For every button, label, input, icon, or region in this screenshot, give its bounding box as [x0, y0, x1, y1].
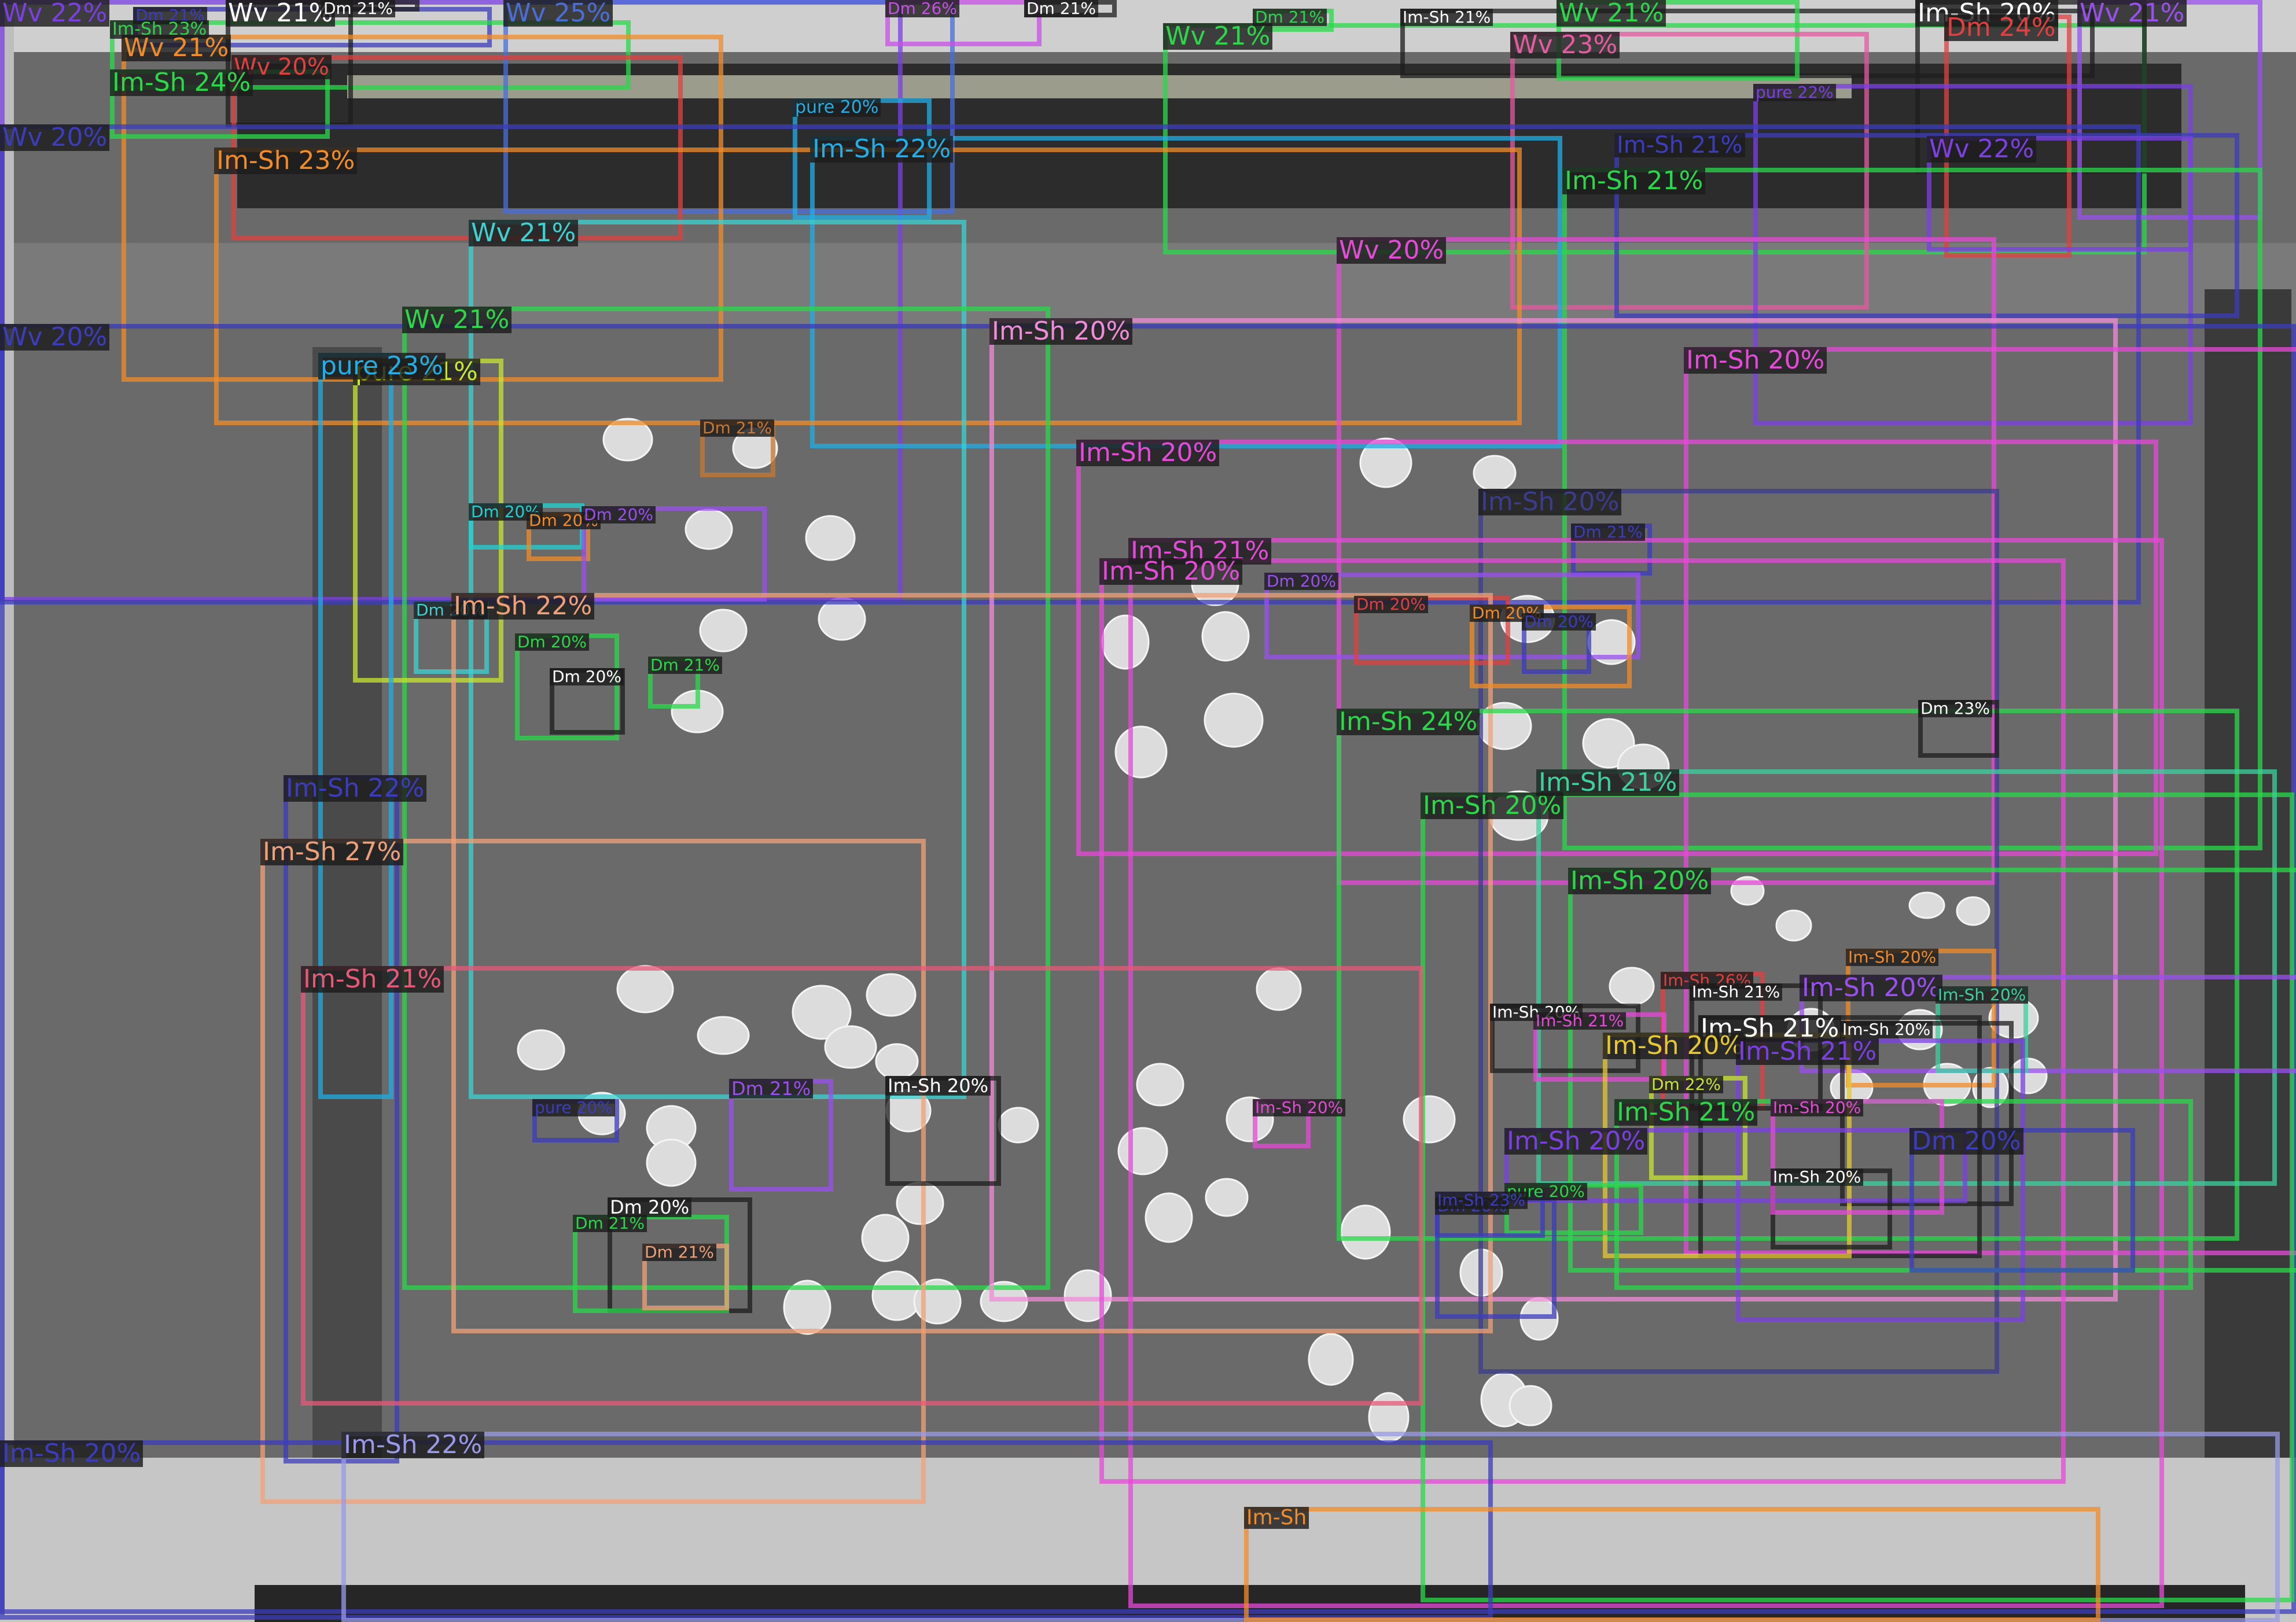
- seed-62: [1609, 967, 1655, 1006]
- seed-26: [517, 1029, 565, 1071]
- seed-24: [824, 1025, 877, 1069]
- seed-51: [1508, 1385, 1552, 1426]
- seed-37: [1145, 1192, 1193, 1243]
- seed-29: [646, 1138, 697, 1187]
- seed-9: [1191, 562, 1239, 606]
- seed-12: [1204, 692, 1264, 748]
- seed-54: [1908, 891, 1945, 919]
- seed-38: [1340, 1204, 1391, 1260]
- seed-11: [1101, 614, 1150, 670]
- seed-3: [805, 515, 856, 561]
- seed-41: [861, 1214, 910, 1262]
- seed-5: [699, 609, 748, 653]
- seed-35: [1117, 1127, 1168, 1175]
- seed-21: [697, 1016, 750, 1055]
- seed-43: [871, 1270, 922, 1321]
- seed-8: [1473, 455, 1517, 492]
- seed-2: [685, 508, 733, 550]
- seed-34: [1256, 967, 1302, 1011]
- seed-49: [1308, 1333, 1354, 1386]
- detection-scene: Wv 22% Dm 21% Im-Sh 23% Wv 21% Dm 21% Wv 25% D…: [0, 0, 2296, 1622]
- seed-40: [1205, 1178, 1249, 1217]
- seed-60: [1775, 909, 1812, 942]
- seed-36: [1226, 1096, 1274, 1142]
- seed-31: [998, 1107, 1039, 1144]
- seed-13: [1114, 725, 1168, 779]
- seed-20: [616, 965, 674, 1013]
- tray-right-bar: [2205, 289, 2291, 1504]
- seed-55: [1956, 896, 1990, 926]
- seed-23: [866, 973, 917, 1017]
- seed-1: [732, 427, 778, 469]
- seed-32: [896, 1181, 944, 1225]
- seed-17: [1617, 743, 1670, 790]
- seed-tray-photo: [0, 0, 2296, 1622]
- seed-39: [1403, 1095, 1456, 1144]
- seed-63: [1787, 1008, 1835, 1052]
- seed-10: [1201, 611, 1250, 662]
- seed-25: [875, 1043, 919, 1080]
- seed-33: [1136, 1063, 1184, 1107]
